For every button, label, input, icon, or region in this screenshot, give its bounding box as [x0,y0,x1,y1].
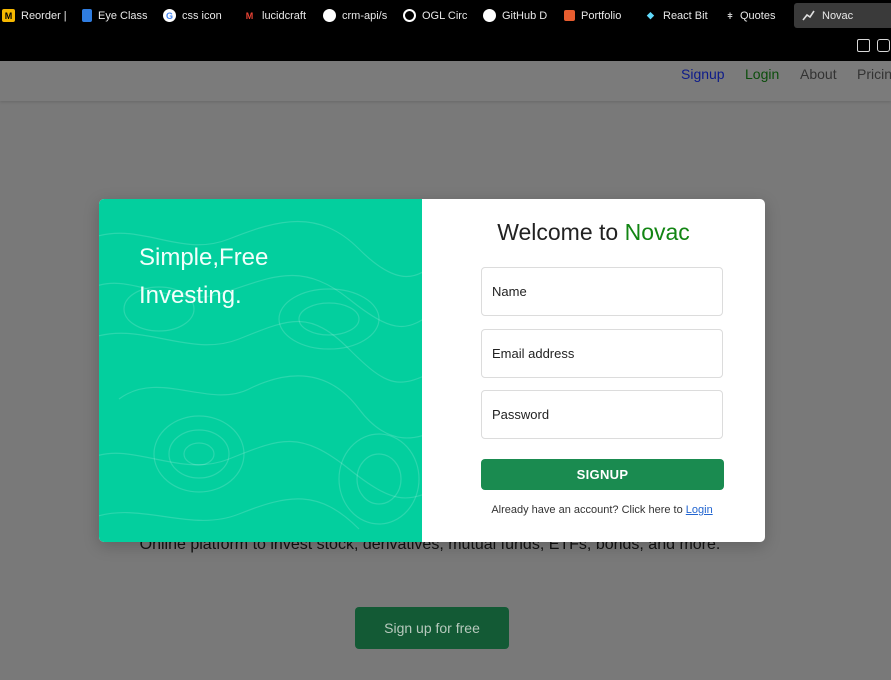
email-field[interactable] [481,329,723,378]
codepen-icon [403,9,416,22]
flag-icon [82,9,92,22]
quotes-icon: ǂ [727,10,733,21]
nav-pricing-link[interactable]: Pricin [857,66,891,82]
browser-toolbar [0,31,891,61]
reorder-icon: M [2,9,15,22]
bookmark-quotes[interactable]: ǂ Quotes [726,0,796,31]
welcome-prefix: Welcome to [497,219,619,245]
bookmark-label: lucidcraft [262,9,307,22]
bookmark-label: Portfolio [581,9,622,22]
bookmark-css-icon[interactable]: G css icon [163,0,243,31]
bookmark-label: React Bit [663,9,708,22]
active-tab-label: Novac [822,9,854,22]
bookmark-label: GitHub D [502,9,548,22]
bookmark-label: Eye Class [98,9,148,22]
navbar: Signup Login About Pricin [0,61,891,101]
login-prompt-text: Already have an account? Click here to [491,504,683,516]
bookmark-react-bits[interactable]: ◆ React Bit [644,0,726,31]
bookmark-label: OGL Circ [422,9,468,22]
signup-form-panel: Welcome to Novac SIGNUP Already have an … [422,199,765,542]
signup-button[interactable]: SIGNUP [481,459,724,490]
bookmark-github-d[interactable]: GitHub D [483,0,564,31]
bookmark-label: Reorder | [21,9,67,22]
bookmark-ogl-circ[interactable]: OGL Circ [403,0,483,31]
bookmark-label: crm-api/s [342,9,388,22]
bookmark-reorder[interactable]: M Reorder | [2,0,82,31]
react-bits-icon: ◆ [647,10,654,20]
bookmark-label: Quotes [740,9,776,22]
google-icon: G [163,9,176,22]
chart-line-icon [802,10,815,21]
name-field[interactable] [481,267,723,316]
nav-signup-link[interactable]: Signup [681,66,725,82]
bookmark-portfolio[interactable]: Portfolio [564,0,644,31]
bookmark-eye-class[interactable]: Eye Class [82,0,163,31]
welcome-heading: Welcome to Novac [422,219,765,246]
login-link[interactable]: Login [686,504,713,516]
brand-name: Novac [624,219,690,245]
portfolio-icon [564,10,575,21]
nav-login-link[interactable]: Login [745,66,779,82]
bookmarks-bar: M Reorder | Eye Class G css icon M lucid… [0,0,891,31]
modal-tagline: Simple,Free Investing. [139,244,269,309]
hero-signup-button[interactable]: Sign up for free [355,607,509,649]
signup-modal: Simple,Free Investing. Welcome to Novac … [99,199,765,542]
github-icon [323,9,336,22]
bookmark-crm-api[interactable]: crm-api/s [323,0,403,31]
gmail-icon: M [245,10,254,21]
camera-icon[interactable] [877,39,890,52]
modal-hero-panel: Simple,Free Investing. [99,199,422,542]
bookmark-lucidcraft[interactable]: M lucidcraft [243,0,323,31]
password-field[interactable] [481,390,723,439]
login-prompt: Already have an account? Click here to L… [422,504,765,516]
nav-about-link[interactable]: About [800,66,837,82]
bookmark-label: css icon [182,9,222,22]
active-tab[interactable]: Novac [794,3,891,28]
edit-icon[interactable] [857,39,870,52]
github-icon [483,9,496,22]
